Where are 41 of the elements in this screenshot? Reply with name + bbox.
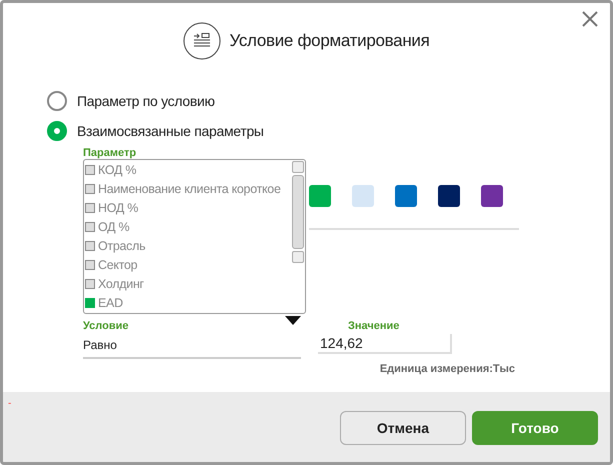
list-item[interactable]: НОД % [85,198,291,217]
dropdown-arrow-icon[interactable] [285,316,301,325]
done-button[interactable]: Готово [472,411,598,445]
color-swatch[interactable] [395,185,417,207]
list-item[interactable]: Наименование клиента короткое [85,179,291,198]
radio-option[interactable]: Параметр по условию [47,91,610,111]
checkbox[interactable] [85,184,95,194]
color-swatch[interactable] [352,185,374,207]
field-label: Параметр [83,147,138,161]
field-label: Условие [83,320,128,332]
checkbox[interactable] [85,164,95,174]
list-item[interactable]: Холдинг [85,274,291,293]
color-swatch[interactable] [481,185,503,207]
checkbox[interactable] [85,260,95,270]
value-input[interactable]: 124,62 [318,334,452,354]
color-swatch[interactable] [309,185,331,207]
color-swatch[interactable] [438,185,460,207]
field-label: Значение [348,320,400,332]
checkbox[interactable] [85,298,95,308]
cancel-button[interactable]: Отмена [340,411,466,445]
radio-button[interactable] [47,91,67,111]
checkbox[interactable] [85,240,95,250]
list-item[interactable]: EAD [85,293,291,312]
radio-button[interactable] [47,121,67,141]
scroll-up-icon[interactable] [292,161,304,173]
list-item[interactable]: КОД % [85,160,291,179]
radio-option[interactable]: Взаимосвязанные параметры [47,121,610,141]
close-icon[interactable] [582,11,598,27]
checkbox[interactable] [85,222,95,232]
condition-select[interactable]: Равно [83,332,301,359]
checkbox[interactable] [85,202,95,212]
error-mark: - [8,398,12,409]
format-list-icon [183,22,222,60]
checkbox[interactable] [85,278,95,288]
unit-label: Единица измерения:Тыс [378,363,515,375]
list-item[interactable]: Отрасль [85,236,291,255]
dialog-title: Условие форматирования [229,31,430,51]
list-item[interactable]: ОД % [85,217,291,236]
list-item[interactable]: Сектор [85,255,291,274]
scroll-down-icon[interactable] [292,251,304,263]
scroll-thumb[interactable] [292,175,304,249]
